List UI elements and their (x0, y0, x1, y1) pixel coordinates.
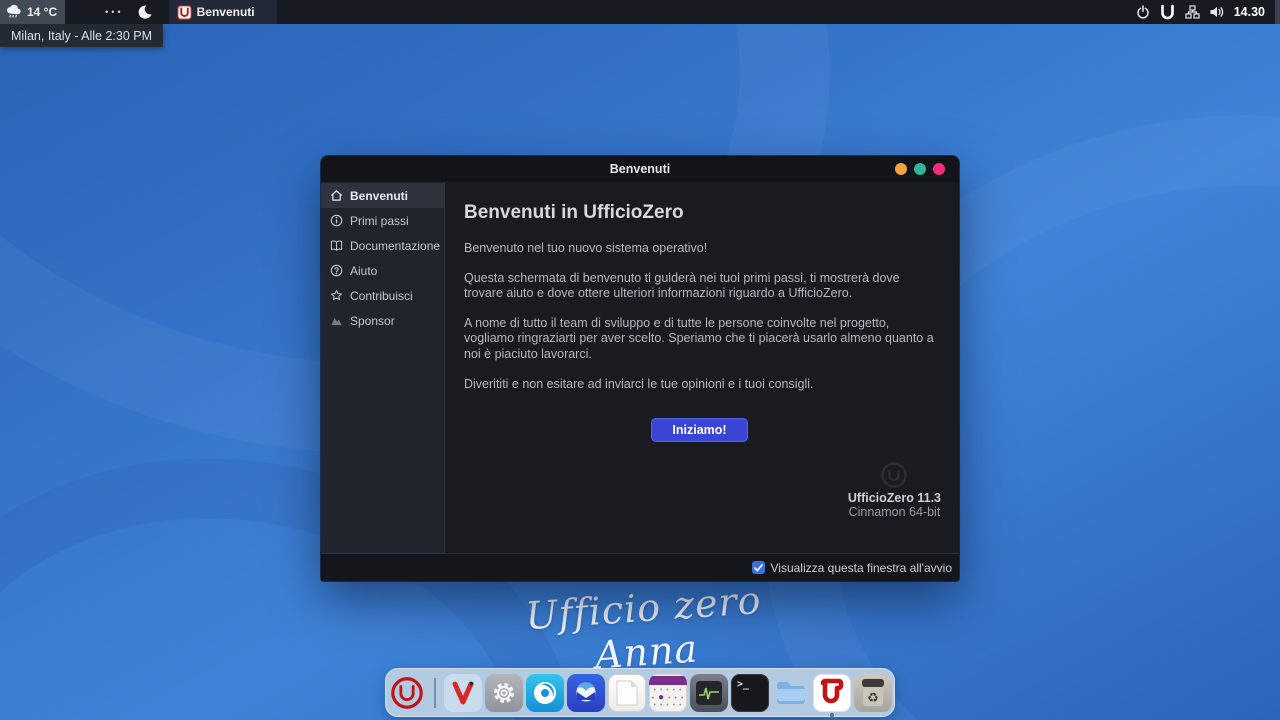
sidebar-item-label: Sponsor (350, 314, 395, 328)
sidebar-item-primi-passi[interactable]: Primi passi (321, 208, 444, 233)
show-at-startup-checkbox[interactable] (752, 561, 765, 574)
panel-system-tray: 14.30 (1136, 4, 1273, 20)
window-controls (895, 163, 945, 175)
night-mode-moon-icon[interactable] (138, 4, 155, 21)
calendar-icon[interactable]: • • • • •• ● • • •• • • • • (649, 674, 687, 712)
welcome-paragraph: Diverititi e non esitare ad inviarci le … (464, 377, 935, 393)
welcome-paragraph: Questa schermata di benvenuto ti guiderà… (464, 271, 935, 302)
network-icon[interactable] (1185, 5, 1200, 19)
running-indicator (830, 713, 834, 717)
panel-clock[interactable]: 14.30 (1234, 5, 1265, 19)
show-desktop-strip[interactable] (1275, 0, 1280, 24)
sidebar-item-sponsor[interactable]: Sponsor (321, 308, 444, 333)
welcome-content: Benvenuti in UfficioZero Benvenuto nel t… (445, 182, 959, 553)
os-version: UfficioZero 11.3 (848, 491, 941, 505)
calendar-header (649, 676, 687, 685)
welcome-window: Benvenuti Benvenuti Primi passi Do (321, 156, 959, 581)
ufficiozero-red-logo-icon (177, 5, 192, 20)
ufficiozero-menu-icon[interactable] (388, 674, 426, 712)
calendar-grid: • • • • •• ● • • •• • • • • (652, 687, 685, 709)
sidebar-item-aiuto[interactable]: Aiuto (321, 258, 444, 283)
home-icon (330, 189, 343, 202)
weather-tooltip: Milan, Italy - Alle 2:30 PM (0, 24, 163, 47)
sidebar-item-label: Contribuisci (350, 289, 413, 303)
star-icon (330, 289, 343, 302)
question-icon (330, 264, 343, 277)
system-monitor-icon[interactable] (690, 674, 728, 712)
svg-text:♻: ♻ (867, 690, 879, 705)
check-icon (754, 564, 763, 572)
dock-divider (434, 678, 436, 708)
top-panel: 14 °C ••• Benvenuti (0, 0, 1280, 24)
taskbar-item-label: Benvenuti (197, 5, 255, 19)
sidebar-item-label: Aiuto (350, 264, 377, 278)
desktop: 14 °C ••• Benvenuti (0, 0, 1280, 720)
file-manager-icon[interactable] (772, 674, 810, 712)
sidebar-item-benvenuti[interactable]: Benvenuti (321, 183, 444, 208)
rain-cloud-icon (5, 4, 23, 20)
volume-icon[interactable] (1209, 5, 1225, 19)
email-client-icon[interactable] (567, 674, 605, 712)
iniziamo-button[interactable]: Iniziamo! (651, 418, 747, 442)
settings-gear-icon[interactable] (485, 674, 523, 712)
terminal-prompt: >_ (737, 679, 749, 690)
welcome-paragraph: A nome di tutto il team di sviluppo e di… (464, 316, 935, 363)
sidebar-item-contribuisci[interactable]: Contribuisci (321, 283, 444, 308)
page-title: Benvenuti in UfficioZero (464, 202, 935, 224)
weather-applet[interactable]: 14 °C (0, 0, 65, 24)
weather-temp: 14 °C (27, 5, 57, 19)
window-title: Benvenuti (321, 162, 959, 176)
sidebar-item-label: Documentazione (350, 239, 440, 253)
terminal-icon[interactable]: >_ (731, 674, 769, 712)
sidebar: Benvenuti Primi passi Documentazione Aiu… (321, 182, 445, 553)
mountain-icon (330, 314, 343, 327)
dock: • • • • •• ● • • •• • • • • >_ ♻ (385, 668, 895, 717)
ufficiozero-app-icon[interactable] (813, 674, 851, 712)
text-editor-icon[interactable] (608, 674, 646, 712)
ufficiozero-watermark-icon (848, 461, 941, 489)
sidebar-item-documentazione[interactable]: Documentazione (321, 233, 444, 258)
taskbar-item-benvenuti[interactable]: Benvenuti (169, 0, 277, 24)
book-icon (330, 239, 343, 252)
power-icon[interactable] (1136, 5, 1150, 19)
show-at-startup-label[interactable]: Visualizza questa finestra all'avvio (771, 561, 953, 575)
sidebar-item-label: Primi passi (350, 214, 409, 228)
panel-menu-dots[interactable]: ••• (105, 7, 123, 17)
ufficiozero-logo-icon[interactable] (1159, 4, 1176, 20)
maximize-button[interactable] (914, 163, 926, 175)
info-icon (330, 214, 343, 227)
minimize-button[interactable] (895, 163, 907, 175)
window-body: Benvenuti Primi passi Documentazione Aiu… (321, 182, 959, 553)
welcome-paragraph: Benvenuto nel tuo nuovo sistema operativ… (464, 241, 935, 257)
window-titlebar[interactable]: Benvenuti (321, 156, 959, 182)
version-block: UfficioZero 11.3 Cinnamon 64-bit (848, 461, 941, 519)
sidebar-item-label: Benvenuti (350, 189, 408, 203)
trash-icon[interactable]: ♻ (854, 674, 892, 712)
web-browser-icon[interactable] (526, 674, 564, 712)
close-button[interactable] (933, 163, 945, 175)
window-footer: Visualizza questa finestra all'avvio (321, 553, 959, 581)
desktop-environment: Cinnamon 64-bit (848, 505, 941, 519)
v-app-icon[interactable] (444, 674, 482, 712)
